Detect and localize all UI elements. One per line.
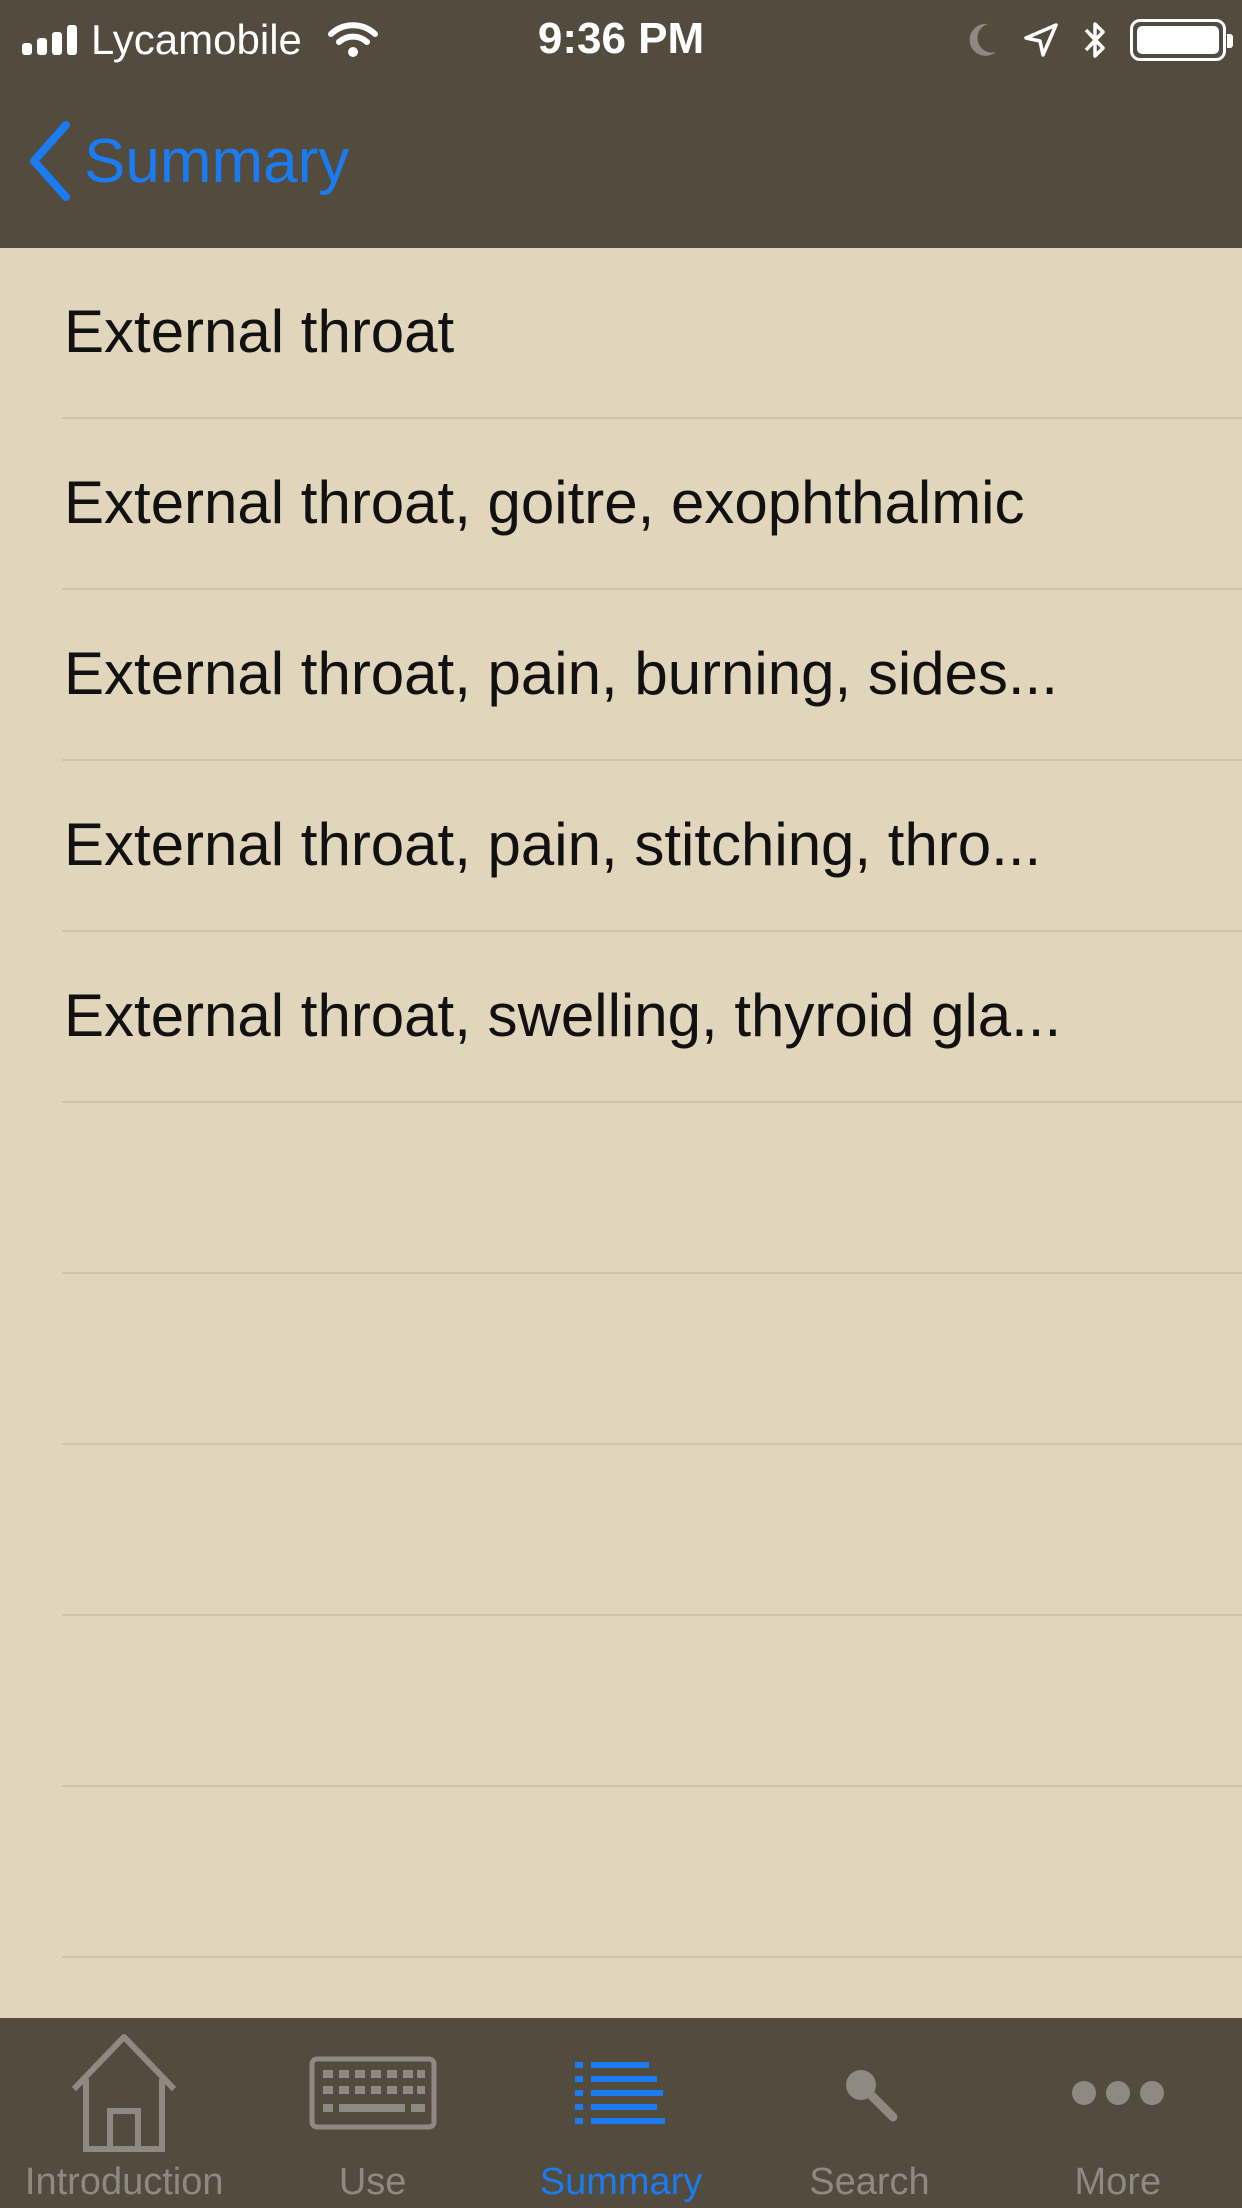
- more-dots-icon: [1071, 2081, 1164, 2105]
- list-item-label: External throat: [64, 298, 455, 365]
- list-item[interactable]: External throat: [62, 248, 1242, 419]
- bluetooth-icon: [1084, 22, 1105, 58]
- empty-row: [62, 1103, 1242, 1274]
- list-item[interactable]: External throat, swelling, thyroid gla..…: [62, 932, 1242, 1103]
- navigation-bar: Summary: [0, 80, 1242, 248]
- status-right: [964, 14, 1233, 66]
- magnifier-icon: [846, 2070, 898, 2122]
- tab-label: Use: [338, 2161, 407, 2203]
- tab-summary[interactable]: Summary: [497, 2018, 745, 2208]
- house-icon: [72, 2034, 177, 2152]
- list-item-label: External throat, pain, burning, sides...: [64, 640, 1058, 707]
- keyboard-icon: [309, 2056, 437, 2130]
- tab-use[interactable]: Use: [248, 2018, 496, 2208]
- list-item-label: External throat, goitre, exophthalmic: [64, 469, 1025, 536]
- list-item[interactable]: External throat, goitre, exophthalmic: [62, 419, 1242, 590]
- tab-label: Summary: [539, 2161, 703, 2203]
- chevron-left-icon: [30, 121, 70, 201]
- list-item[interactable]: External throat, pain, burning, sides...: [62, 590, 1242, 761]
- back-button-label: Summary: [84, 126, 350, 196]
- list-item-label: External throat, swelling, thyroid gla..…: [64, 982, 1062, 1049]
- empty-row: [62, 1787, 1242, 1958]
- list-item-label: External throat, pain, stitching, thro..…: [64, 811, 1042, 878]
- symptom-list: External throat External throat, goitre,…: [0, 248, 1242, 2018]
- list-item[interactable]: External throat, pain, stitching, thro..…: [62, 761, 1242, 932]
- tab-introduction[interactable]: Introduction: [0, 2018, 248, 2208]
- back-button[interactable]: Summary: [28, 116, 349, 206]
- status-bar: Lycamobile 9:36 PM: [0, 0, 1242, 80]
- tab-label: Search: [809, 2161, 930, 2203]
- empty-row: [62, 1616, 1242, 1787]
- location-icon: [1024, 23, 1058, 57]
- tab-bar: Introduction Use Summary Search More: [0, 2018, 1242, 2208]
- tab-search[interactable]: Search: [745, 2018, 993, 2208]
- battery-icon: [1130, 19, 1233, 61]
- list-icon: [575, 2062, 666, 2124]
- tab-more[interactable]: More: [994, 2018, 1242, 2208]
- tab-label: Introduction: [24, 2161, 224, 2203]
- empty-row: [62, 1445, 1242, 1616]
- tab-label: More: [1074, 2161, 1162, 2203]
- empty-row: [62, 1274, 1242, 1445]
- moon-icon: [969, 23, 996, 56]
